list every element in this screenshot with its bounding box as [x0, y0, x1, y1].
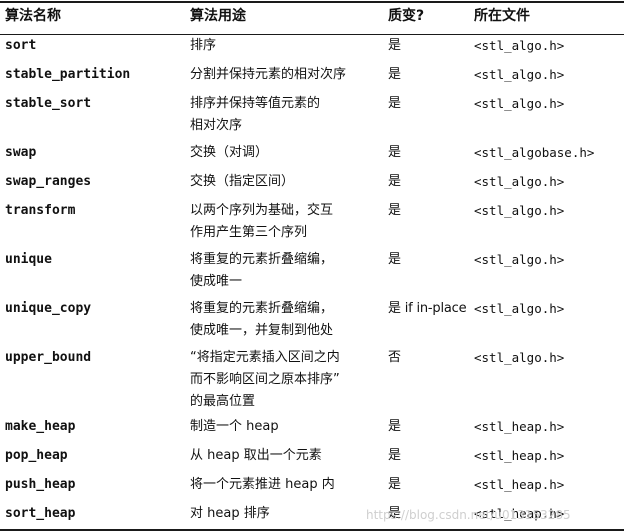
header-mutating: 质变? [388, 8, 425, 24]
algo-mutating: 是 [388, 477, 401, 492]
algo-mutating: 是 [388, 38, 401, 53]
algo-name: stable_sort [5, 96, 92, 111]
algo-file: <stl_algo.h> [474, 38, 565, 53]
algo-use: 对 heap 排序 [190, 506, 270, 521]
algo-use: 以两个序列为基础，交互 作用产生第三个序列 [190, 203, 334, 240]
header-name: 算法名称 [5, 8, 61, 24]
algo-mutating: 是 [388, 419, 401, 434]
algo-mutating: 是 if in-place [388, 301, 467, 316]
algo-name: upper_bound [5, 350, 92, 365]
algo-use: “将指定元素插入区间之内 而不影响区间之原本排序” 的最高位置 [190, 350, 340, 409]
algo-file: <stl_algo.h> [474, 301, 565, 316]
algo-name: swap [5, 145, 37, 160]
algo-name: pop_heap [5, 448, 68, 463]
algo-use: 将一个元素推进 heap 内 [190, 477, 335, 492]
algo-use: 分割并保持元素的相对次序 [190, 67, 347, 82]
algo-file: <stl_algobase.h> [474, 145, 595, 160]
algo-mutating: 是 [388, 448, 401, 463]
algo-name: unique [5, 252, 52, 267]
algo-mutating: 是 [388, 67, 401, 82]
algo-name: sort [5, 38, 37, 53]
algorithm-table: 算法名称 算法用途 质变? 所在文件 sort 排序 是 <stl_algo.h… [0, 0, 624, 532]
algo-use: 排序并保持等值元素的 相对次序 [190, 96, 321, 133]
algo-use: 交换（对调） [190, 145, 269, 160]
algo-file: <stl_heap.h> [474, 477, 565, 492]
table-top-rule [0, 1, 624, 3]
algo-mutating: 是 [388, 145, 401, 160]
algo-use: 制造一个 heap [190, 419, 279, 434]
algo-use: 从 heap 取出一个元素 [190, 448, 322, 463]
algo-mutating: 是 [388, 252, 401, 267]
algo-file: <stl_algo.h> [474, 203, 565, 218]
algo-use: 交换（指定区间） [190, 174, 295, 189]
algo-file: <stl_algo.h> [474, 96, 565, 111]
algo-name: sort_heap [5, 506, 76, 521]
algo-name: transform [5, 203, 76, 218]
algo-file: <stl_heap.h> [474, 419, 565, 434]
algo-file: <stl_algo.h> [474, 252, 565, 267]
algo-name: stable_partition [5, 67, 131, 82]
algo-file: <stl_heap.h> [474, 448, 565, 463]
algo-file: <stl_algo.h> [474, 67, 565, 82]
algo-name: unique_copy [5, 301, 92, 316]
watermark-text: https://blog.csdn.net/u013153285 [366, 508, 571, 522]
algo-mutating: 是 [388, 96, 401, 111]
algo-use: 排序 [190, 38, 217, 53]
table-bottom-rule [0, 529, 624, 531]
algo-name: swap_ranges [5, 174, 92, 189]
algo-mutating: 是 [388, 174, 401, 189]
header-file: 所在文件 [474, 8, 530, 24]
algo-file: <stl_algo.h> [474, 350, 565, 365]
header-use: 算法用途 [190, 8, 246, 24]
algo-file: <stl_algo.h> [474, 174, 565, 189]
algo-mutating: 否 [388, 350, 401, 365]
algo-name: push_heap [5, 477, 76, 492]
algo-use: 将重复的元素折叠缩编， 使成唯一 [190, 252, 334, 289]
algo-use: 将重复的元素折叠缩编， 使成唯一，并复制到他处 [190, 301, 334, 338]
algo-mutating: 是 [388, 203, 401, 218]
algo-name: make_heap [5, 419, 76, 434]
